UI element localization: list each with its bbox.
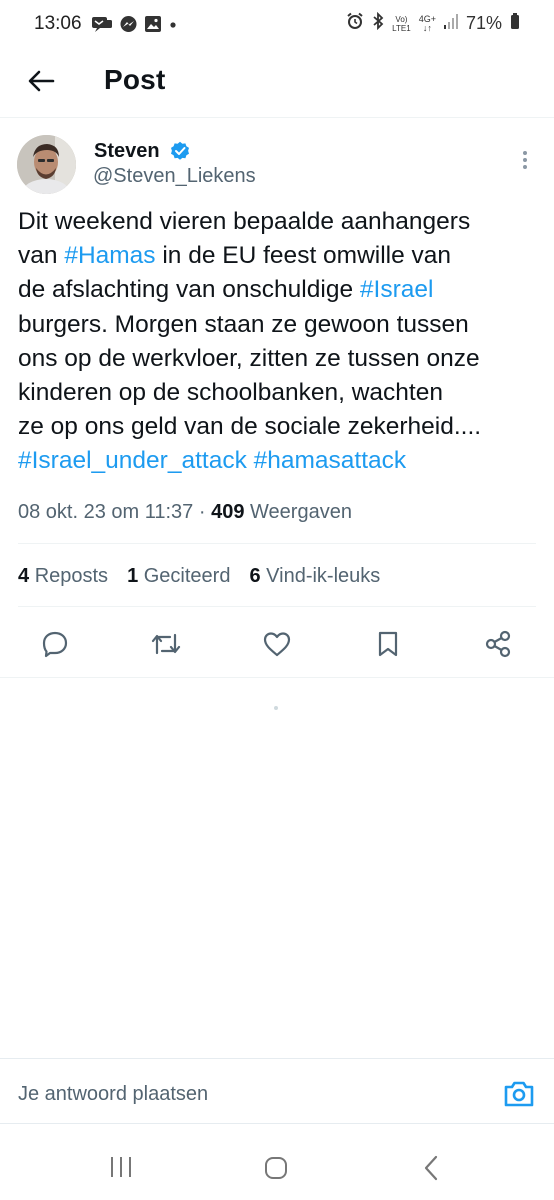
likes-stat[interactable]: 6 Vind-ik-leuks (249, 565, 380, 588)
post-text-line: Dit weekend vieren bepaalde aanhangers (18, 205, 543, 239)
post-text-segment: in de EU feest omwille van (155, 242, 452, 270)
reply-input[interactable]: Je antwoord plaatsen (18, 1083, 208, 1106)
engagement-stats: 4 Reposts 1 Geciteerd 6 Vind-ik-leuks (18, 565, 399, 588)
battery-percent: 71% (465, 13, 502, 33)
post-text: Dit weekend vieren bepaalde aanhangers va… (18, 205, 543, 479)
status-bar: 13:06 Vo) LTE1 4G+ ↓↑ 71% (0, 0, 554, 50)
reply-bar: Je antwoord plaatsen (0, 1058, 554, 1124)
post-meta: 08 okt. 23 om 11:37 · 409 Weergaven (18, 501, 352, 524)
post-text-segment: ons op de werkvloer, zitten ze tussen on… (18, 344, 480, 372)
messenger-icon (119, 15, 138, 39)
home-icon (265, 1157, 287, 1179)
back-button[interactable] (24, 64, 58, 98)
chevron-left-icon (424, 1155, 438, 1181)
more-dot-icon (523, 158, 527, 162)
views-label: Weergaven (250, 501, 352, 523)
network-generation: 4G+ ↓↑ (418, 13, 436, 33)
profile-photo-icon (17, 135, 76, 194)
status-time: 13:06 (34, 13, 82, 34)
notification-icons (91, 14, 178, 39)
network-type: Vo) LTE1 (392, 14, 411, 33)
share-icon (485, 630, 511, 658)
reply-icon (42, 631, 68, 658)
author-name[interactable]: Steven (94, 140, 160, 163)
like-button[interactable] (257, 624, 297, 664)
system-back-button[interactable] (421, 1155, 441, 1181)
reposts-label: Reposts (34, 565, 109, 587)
post-text-segment: van (18, 242, 65, 270)
hashtag-link[interactable]: #hamasattack (254, 447, 407, 474)
post-text-line: ons op de werkvloer, zitten ze tussen on… (18, 342, 543, 376)
recents-icon (111, 1157, 131, 1177)
post-text-line: kinderen op de schoolbanken, wachten (18, 376, 543, 410)
reposts-count: 4 (18, 565, 30, 587)
battery-icon (510, 12, 520, 35)
views-count: 409 (211, 501, 245, 523)
hashtag-link[interactable]: #Hamas (64, 242, 155, 269)
post-text-line: van #Hamas in de EU feest omwille van (18, 239, 543, 273)
data-arrows-icon: ↓↑ (422, 22, 432, 33)
signal-icon (443, 13, 458, 34)
reply-button[interactable] (35, 624, 75, 664)
more-dot-icon (523, 165, 527, 169)
repost-icon (151, 633, 181, 655)
author-handle[interactable]: @Steven_Liekens (93, 165, 256, 188)
quotes-label: Geciteerd (143, 565, 231, 587)
repost-button[interactable] (146, 624, 186, 664)
meta-separator: · (193, 501, 212, 523)
post-text-segment: Dit weekend vieren bepaalde aanhangers (18, 208, 471, 235)
page-title: Post (104, 64, 166, 95)
alarm-icon (346, 12, 364, 35)
loading-indicator-icon (274, 706, 278, 710)
camera-button[interactable] (502, 1079, 536, 1109)
quotes-stat[interactable]: 1 Geciteerd (127, 565, 230, 588)
post-text-line: #Israel_under_attack #hamasattack (18, 444, 543, 478)
avatar[interactable] (17, 135, 76, 194)
divider (18, 543, 536, 544)
more-dot-icon (523, 151, 527, 155)
post-text-segment: kinderen op de schoolbanken, wachten (18, 379, 443, 407)
recents-button[interactable] (108, 1156, 134, 1178)
verified-badge-icon (170, 141, 190, 161)
post-text-line: burgers. Morgen staan ze gewoon tussen (18, 308, 543, 342)
more-options-button[interactable] (515, 148, 535, 172)
hashtag-link[interactable]: #Israel (360, 276, 434, 303)
system-status: Vo) LTE1 4G+ ↓↑ 71% (346, 11, 520, 35)
gallery-icon (144, 15, 162, 38)
post-timestamp[interactable]: 08 okt. 23 om 11:37 (18, 501, 193, 523)
post-text-line: de afslachting van onschuldige #Israel (18, 273, 543, 307)
post-text-line: ze op ons geld van de sociale zekerheid.… (18, 410, 543, 444)
post-text-segment: de afslachting van onschuldige (18, 276, 360, 304)
post-text-segment: burgers. Morgen staan ze gewoon tussen (18, 310, 469, 338)
home-button[interactable] (264, 1156, 288, 1180)
system-nav-bar (0, 1124, 554, 1200)
post-actions (0, 624, 554, 664)
likes-label: Vind-ik-leuks (266, 565, 381, 587)
likes-count: 6 (249, 565, 261, 587)
share-button[interactable] (478, 624, 518, 664)
reposts-stat[interactable]: 4 Reposts (18, 565, 108, 588)
quotes-count: 1 (127, 565, 139, 587)
bluetooth-icon (372, 11, 384, 35)
divider (18, 606, 536, 607)
bookmark-button[interactable] (368, 624, 408, 664)
hashtag-link[interactable]: #Israel_under_attack (18, 447, 247, 474)
divider (0, 677, 554, 678)
bookmark-icon (378, 631, 398, 657)
arrow-left-icon (28, 70, 55, 92)
camera-icon (504, 1081, 534, 1107)
dot-icon (168, 15, 178, 38)
heart-icon (263, 632, 291, 657)
post-text-segment: ze op ons geld van de sociale zekerheid.… (18, 413, 482, 441)
chat-icon (91, 14, 113, 39)
post-text-segment (247, 447, 254, 474)
top-app-bar: Post (0, 50, 554, 118)
